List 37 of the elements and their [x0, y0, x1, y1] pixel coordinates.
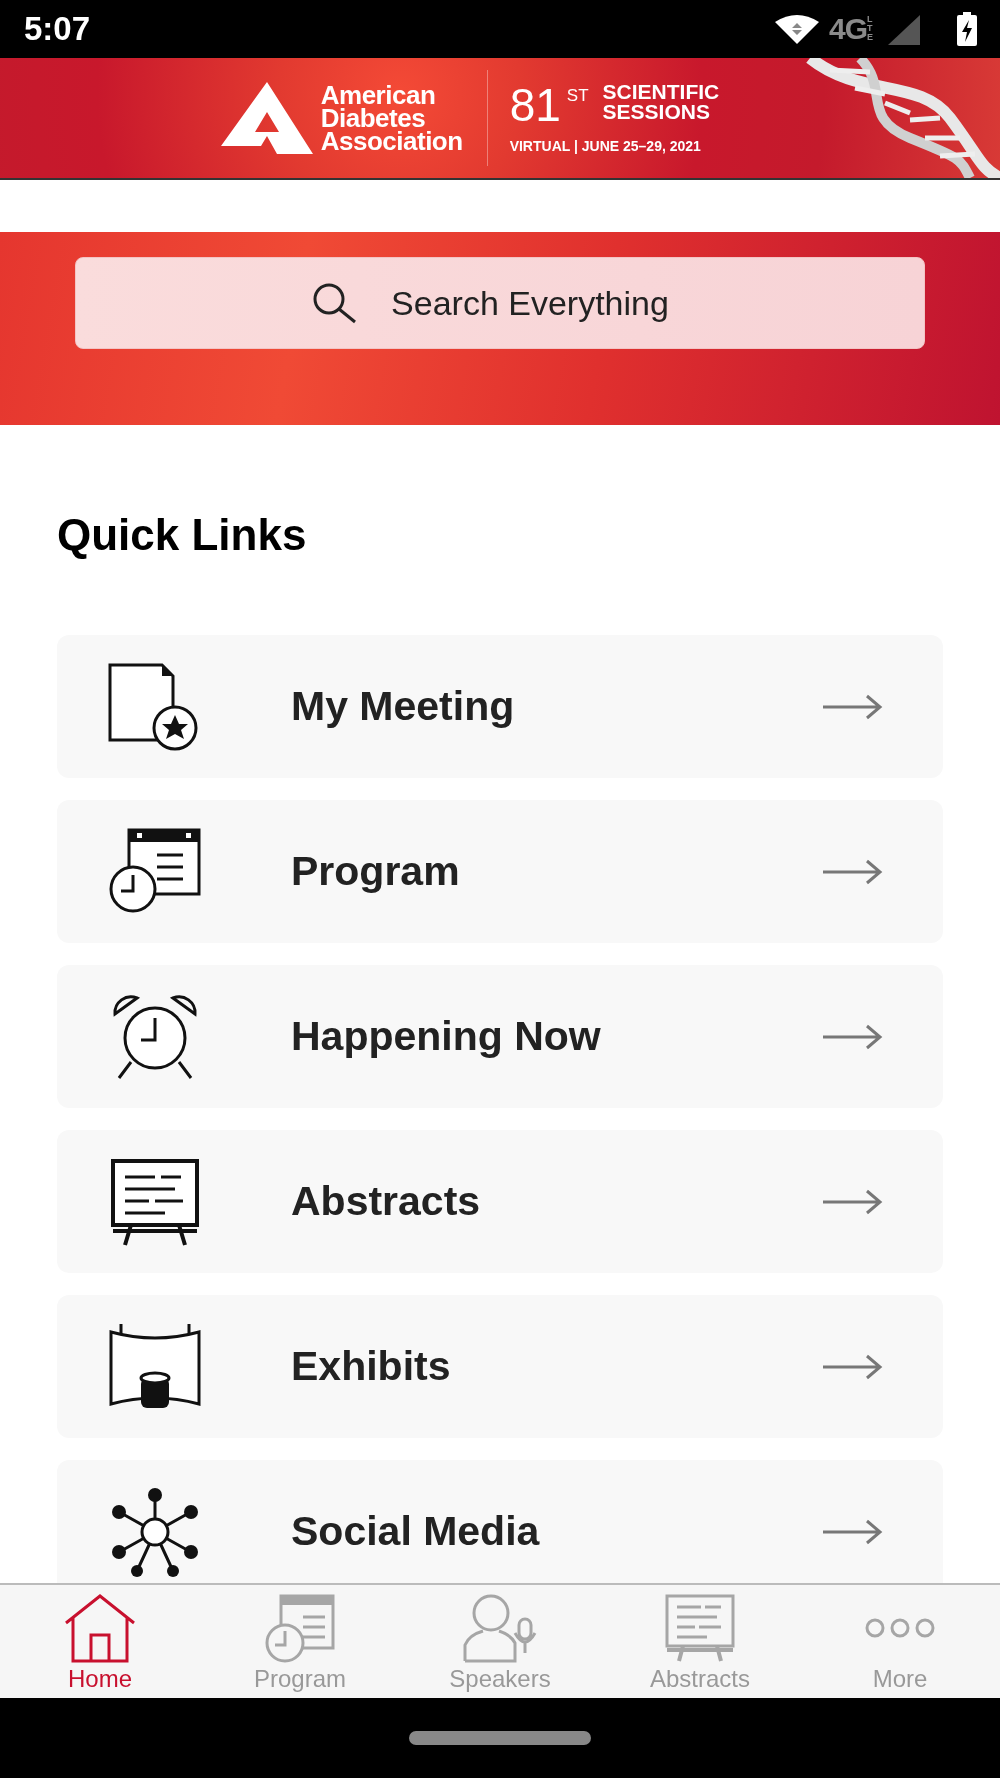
tab[interactable]: Home [0, 1585, 200, 1698]
arrow-right-icon [821, 1518, 883, 1545]
battery-charging-icon [956, 12, 978, 46]
edition-suffix: ST [566, 86, 589, 106]
network-type: 4G [828, 12, 867, 46]
person-microphone-icon [463, 1593, 537, 1663]
quick-link-card[interactable]: Social Media [57, 1460, 943, 1583]
wifi-icon [774, 14, 819, 44]
section-title: Quick Links [57, 510, 308, 560]
edition-number: 81 [509, 82, 561, 128]
home-gesture-handle[interactable] [409, 1731, 591, 1745]
quick-link-card[interactable]: Exhibits [57, 1295, 943, 1438]
quick-link-card[interactable]: Happening Now [57, 965, 943, 1108]
event-name-line: SCIENTIFIC [602, 82, 720, 102]
quick-link-card[interactable]: Abstracts [57, 1130, 943, 1273]
arrow-right-icon [821, 1023, 883, 1050]
quick-link-card[interactable]: My Meeting [57, 635, 943, 778]
arrow-right-icon [821, 693, 883, 720]
search-icon [312, 282, 358, 324]
triangle-logo-icon [220, 82, 313, 154]
arrow-right-icon [821, 1353, 883, 1380]
quick-link-card[interactable]: Program [57, 800, 943, 943]
clock-time: 5:07 [24, 10, 92, 48]
arrow-right-icon [821, 1188, 883, 1215]
calendar-clock-icon [263, 1593, 337, 1663]
arrow-right-icon [821, 858, 883, 885]
event-dates: VIRTUAL | JUNE 25–29, 2021 [509, 138, 702, 154]
org-name-line: Diabetes [320, 106, 426, 130]
easel-board-icon [663, 1593, 737, 1663]
event-name-line: SESSIONS [602, 102, 711, 122]
home-icon [63, 1593, 137, 1663]
more-dots-icon [863, 1618, 937, 1638]
org-name-line: Association [320, 129, 463, 153]
signal-icon [886, 13, 922, 45]
search-field[interactable]: Search Everything [75, 257, 925, 349]
org-name-line: American [320, 83, 437, 107]
network-subtype: LTE [867, 15, 874, 42]
